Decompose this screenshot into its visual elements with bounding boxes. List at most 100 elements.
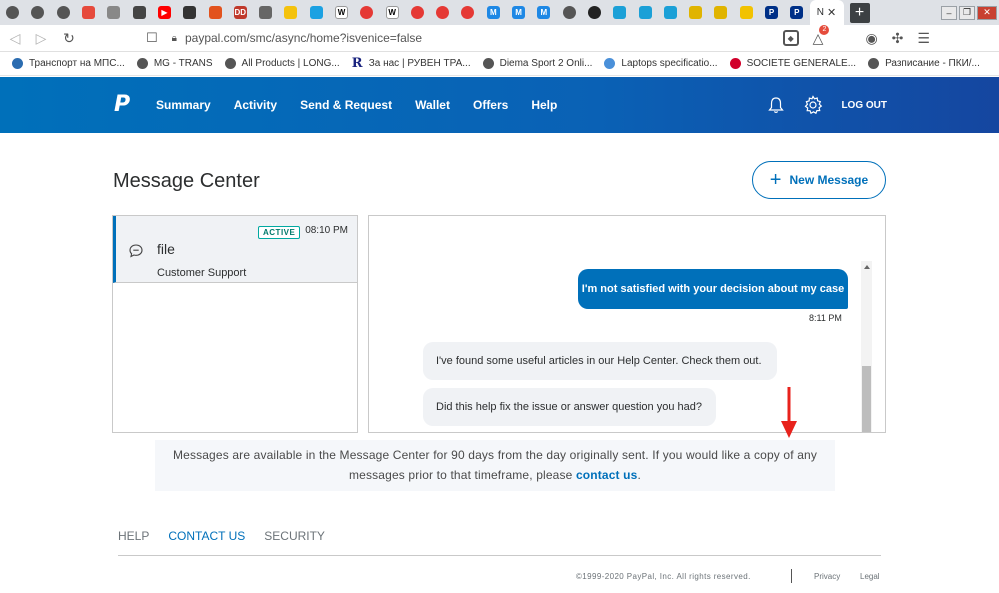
nav-activity[interactable]: Activity <box>234 98 277 112</box>
power-icon <box>436 6 450 19</box>
browser-tab[interactable] <box>76 0 101 25</box>
paypal-logo-icon[interactable]: P <box>114 94 132 116</box>
contact-us-link[interactable]: contact us <box>576 468 638 482</box>
browser-tab[interactable]: ▶ <box>152 0 177 25</box>
new-message-button[interactable]: + New Message <box>752 161 886 199</box>
browser-tab[interactable] <box>734 0 759 25</box>
conversation-subject: file <box>157 241 175 257</box>
incoming-message: I've found some useful articles in our H… <box>423 342 777 380</box>
forward-icon[interactable]: ▷ <box>30 30 52 47</box>
back-icon[interactable]: ◁ <box>4 30 26 47</box>
browser-tab[interactable]: DD <box>228 0 253 25</box>
browser-tab[interactable] <box>430 0 455 25</box>
bookmark-label: MG - TRANS <box>153 58 213 69</box>
browser-tab[interactable] <box>25 0 50 25</box>
nav-offers[interactable]: Offers <box>473 98 508 112</box>
minimize-icon[interactable]: – <box>941 5 957 20</box>
browser-tab[interactable] <box>253 0 278 25</box>
browser-tab[interactable]: W <box>379 0 404 25</box>
reload-icon[interactable]: ↻ <box>58 30 80 47</box>
ball-icon <box>132 6 146 19</box>
browser-tab[interactable] <box>557 0 582 25</box>
address-bar[interactable]: 🔒︎ paypal.com/smc/async/home?isvenice=fa… <box>172 27 777 49</box>
footer-help-link[interactable]: HELP <box>118 529 149 543</box>
browser-tab[interactable]: M <box>481 0 506 25</box>
bookmark-page-icon[interactable]: ☐ <box>146 30 158 46</box>
lock-icon[interactable]: 🔒︎ <box>172 33 177 44</box>
brave-shields-icon[interactable]: ◆ <box>782 30 799 46</box>
message-thread[interactable]: I'm not satisfied with your decision abo… <box>368 215 886 433</box>
notifications-bell-icon[interactable] <box>767 96 785 114</box>
extensions-puzzle-icon[interactable]: ✣ <box>892 30 904 47</box>
browser-tab[interactable]: W <box>329 0 354 25</box>
nav-send-request[interactable]: Send & Request <box>300 98 392 112</box>
footer-privacy-link[interactable]: Privacy <box>814 572 840 581</box>
bookmark-item[interactable]: Разписание - ПКИ/... <box>856 58 980 69</box>
nav-wallet[interactable]: Wallet <box>415 98 450 112</box>
bookmark-item[interactable]: Транспорт на МПС... <box>0 58 125 69</box>
browser-tab[interactable] <box>202 0 227 25</box>
power-icon <box>360 6 374 19</box>
bookmark-item[interactable]: SOCIETE GENERALE... <box>718 58 856 69</box>
browser-tab[interactable]: P <box>759 0 784 25</box>
restore-icon[interactable]: ❐ <box>959 5 975 20</box>
tab-list: ▶ DD W W M M M P P <box>0 0 810 25</box>
active-tab[interactable]: N ✕ <box>809 0 844 25</box>
bookmark-label: Транспорт на МПС... <box>29 58 125 69</box>
wikipedia-icon: W <box>385 6 399 19</box>
doc-icon <box>107 6 121 19</box>
browser-tab[interactable]: P <box>784 0 809 25</box>
thread-scrollbar[interactable] <box>861 261 872 432</box>
logout-link[interactable]: LOG OUT <box>841 100 887 111</box>
outgoing-message-time: 8:11 PM <box>809 313 842 323</box>
browser-tab[interactable] <box>708 0 733 25</box>
browser-tab[interactable] <box>0 0 25 25</box>
doc-icon: M <box>537 6 551 19</box>
new-tab-button[interactable]: + <box>849 2 870 23</box>
settings-gear-icon[interactable] <box>803 95 823 115</box>
browser-tab[interactable] <box>354 0 379 25</box>
browser-tab[interactable] <box>658 0 683 25</box>
browser-tab[interactable] <box>405 0 430 25</box>
bookmark-item[interactable]: Laptops specificatio... <box>592 58 718 69</box>
conversation-item[interactable]: ACTIVE 08:10 PM file Customer Support <box>113 216 357 283</box>
browser-tab[interactable] <box>683 0 708 25</box>
footer-legal-link[interactable]: Legal <box>860 572 880 581</box>
note-icon <box>284 6 298 19</box>
browser-tab[interactable] <box>632 0 657 25</box>
browser-tab[interactable] <box>126 0 151 25</box>
browser-tab[interactable] <box>51 0 76 25</box>
bookmark-item[interactable]: All Products | LONG... <box>213 58 340 69</box>
close-window-icon[interactable]: ✕ <box>977 5 997 20</box>
brave-rewards-icon[interactable]: △ 2 <box>813 24 830 47</box>
scroll-up-arrow-icon[interactable] <box>864 265 870 269</box>
browser-tab[interactable] <box>455 0 480 25</box>
bookmark-item[interactable]: R За нас | РУВЕН ТРА... <box>340 57 471 70</box>
nav-summary[interactable]: Summary <box>156 98 211 112</box>
bookmark-item[interactable]: MG - TRANS <box>125 58 213 69</box>
doc-icon: M <box>512 6 526 19</box>
bookmark-item[interactable]: Diema Sport 2 Onli... <box>471 58 592 69</box>
browser-tab[interactable]: M <box>531 0 556 25</box>
cisco-icon <box>663 6 677 19</box>
globe-icon <box>136 58 148 69</box>
browser-tab[interactable] <box>607 0 632 25</box>
nav-help[interactable]: Help <box>531 98 557 112</box>
close-tab-icon[interactable]: ✕ <box>827 6 836 19</box>
footer-security-link[interactable]: SECURITY <box>264 529 325 543</box>
notice-end: . <box>637 468 641 482</box>
browser-tab[interactable] <box>582 0 607 25</box>
extension-icon[interactable]: ◉ <box>865 30 877 47</box>
browser-tab[interactable] <box>304 0 329 25</box>
bookmark-label: Разписание - ПКИ/... <box>885 58 980 69</box>
sg-logo-icon <box>729 58 741 69</box>
browser-tab[interactable]: M <box>506 0 531 25</box>
browser-menu-icon[interactable]: ☰ <box>917 30 930 47</box>
footer-contact-link[interactable]: CONTACT US <box>168 529 245 543</box>
scroll-thumb[interactable] <box>862 366 871 432</box>
browser-tab[interactable] <box>278 0 303 25</box>
browser-tab[interactable] <box>177 0 202 25</box>
outgoing-message: I'm not satisfied with your decision abo… <box>578 269 848 309</box>
url-text[interactable]: paypal.com/smc/async/home?isvenice=false <box>185 31 422 45</box>
browser-tab[interactable] <box>101 0 126 25</box>
